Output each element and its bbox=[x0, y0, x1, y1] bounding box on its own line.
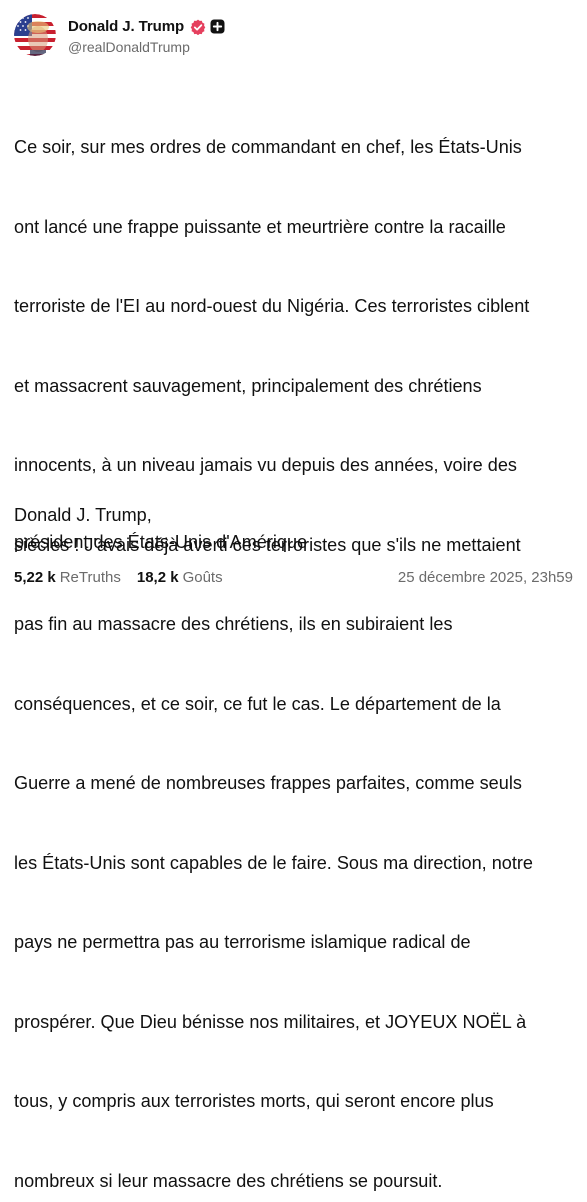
author-handle[interactable]: @realDonaldTrump bbox=[68, 39, 225, 55]
post-line: pays ne permettra pas au terrorisme isla… bbox=[14, 932, 471, 952]
post-line: Ce soir, sur mes ordres de commandant en… bbox=[14, 137, 522, 157]
post-body: Ce soir, sur mes ordres de commandant en… bbox=[14, 81, 574, 1202]
retruths-stat[interactable]: 5,22 k ReTruths bbox=[14, 569, 121, 586]
post-line: ont lancé une frappe puissante et meurtr… bbox=[14, 216, 506, 237]
post-timestamp[interactable]: 25 décembre 2025, 23h59 bbox=[398, 569, 573, 586]
likes-label: Goûts bbox=[182, 568, 223, 586]
plus-badge-icon bbox=[210, 19, 225, 34]
post-line: Guerre a mené de nombreuses frappes parf… bbox=[14, 773, 522, 793]
post-line: pas fin au massacre des chrétiens, ils e… bbox=[14, 614, 453, 634]
retruths-count: 5,22 k bbox=[14, 568, 56, 586]
retruths-label: ReTruths bbox=[59, 568, 121, 586]
post-line: innocents, à un niveau jamais vu depuis … bbox=[14, 455, 517, 475]
author-block: Donald J. Trump @realDonaldTrump bbox=[68, 16, 225, 55]
likes-count: 18,2 k bbox=[136, 568, 179, 586]
likes-stat[interactable]: 18,2 k Goûts bbox=[137, 569, 223, 586]
post-line: prospérer. Que Dieu bénisse nos militair… bbox=[14, 1011, 527, 1032]
post-line: nombreux si leur massacre des chrétiens … bbox=[14, 1170, 443, 1191]
flag-avatar-icon bbox=[14, 14, 56, 56]
avatar[interactable] bbox=[14, 14, 56, 56]
post-line: et massacrent sauvagement, principalemen… bbox=[14, 375, 482, 396]
name-row: Donald J. Trump bbox=[68, 16, 225, 38]
post-line: conséquences, et ce soir, ce fut le cas.… bbox=[14, 693, 501, 714]
signature-title: président des États-Unis d'Amérique bbox=[14, 531, 308, 552]
post-line: les États-Unis sont capables de le faire… bbox=[14, 852, 533, 873]
post-footer: 5,22 k ReTruths 18,2 k Goûts 25 décembre… bbox=[14, 566, 573, 588]
truth-post: Donald J. Trump @realDonaldTrump Ce soir… bbox=[0, 0, 587, 1191]
post-line: tous, y compris aux terroristes morts, q… bbox=[14, 1091, 494, 1111]
author-display-name[interactable]: Donald J. Trump bbox=[68, 18, 184, 35]
verified-badge-icon bbox=[190, 19, 206, 35]
post-line: terroriste de l'EI au nord-ouest du Nigé… bbox=[14, 296, 530, 316]
post-header: Donald J. Trump @realDonaldTrump bbox=[14, 12, 225, 58]
signature-name: Donald J. Trump, bbox=[14, 505, 152, 525]
post-signature: Donald J. Trump, président des États-Uni… bbox=[14, 502, 574, 555]
